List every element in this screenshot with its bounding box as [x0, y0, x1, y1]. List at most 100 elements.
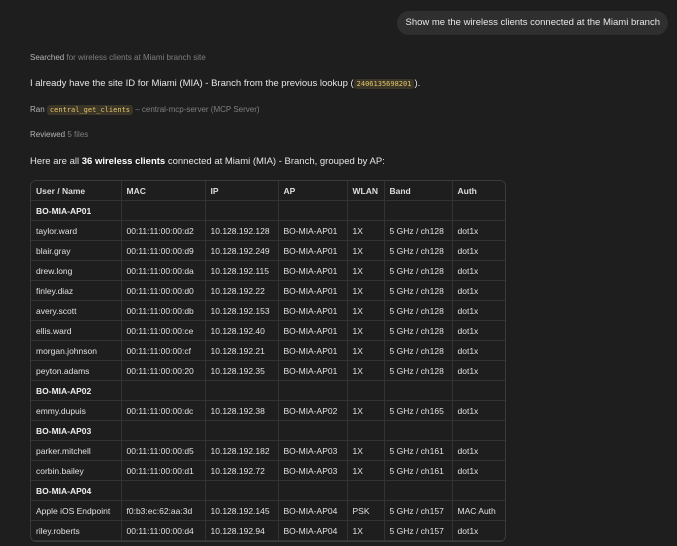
empty-cell [205, 480, 279, 501]
empty-cell [347, 480, 385, 501]
cell-mac: 00:11:11:00:00:d1 [121, 460, 206, 481]
cell-ap: BO-MIA-AP01 [278, 220, 348, 241]
cell-user: parker.mitchell [31, 440, 122, 461]
table-row: taylor.ward 00:11:11:00:00:d2 10.128.192.1… [31, 220, 505, 241]
cell-ip: 10.128.192.38 [205, 400, 279, 421]
empty-cell [205, 200, 279, 221]
cell-user: Apple iOS Endpoint [31, 500, 122, 521]
cell-band: 5 GHz / ch157 [384, 520, 453, 541]
cell-band: 5 GHz / ch128 [384, 320, 453, 341]
clients-table-container: User / Name MAC IP AP WLAN Band Auth BO-… [30, 180, 506, 542]
table-row: riley.roberts 00:11:11:00:00:d4 10.128.192… [31, 520, 505, 541]
cell-ip: 10.128.192.182 [205, 440, 279, 461]
table-row: corbin.bailey 00:11:11:00:00:d1 10.128.192… [31, 460, 505, 481]
tool-name-code: central_get_clients [46, 105, 133, 115]
cell-wlan: 1X [347, 260, 385, 281]
cell-band: 5 GHz / ch157 [384, 500, 453, 521]
cell-mac: 00:11:11:00:00:da [121, 260, 206, 281]
cell-user: corbin.bailey [31, 460, 122, 481]
cell-mac: 00:11:11:00:00:d0 [121, 280, 206, 301]
ran-label: Ran [30, 105, 45, 114]
summary-paragraph: Here are all 36 wireless clients connect… [30, 156, 385, 167]
table-row: ellis.ward 00:11:11:00:00:ce 10.128.192.40… [31, 320, 505, 341]
table-row: emmy.dupuis 00:11:11:00:00:dc 10.128.192.3… [31, 400, 505, 421]
cell-mac: 00:11:11:00:00:20 [121, 360, 206, 381]
column-header-ip: IP [205, 181, 279, 201]
empty-cell [205, 420, 279, 441]
empty-cell [384, 420, 453, 441]
ran-suffix: – central-mcp-server (MCP Server) [135, 105, 260, 114]
ap-group-label: BO-MIA-AP01 [31, 200, 122, 221]
ap-group-label: BO-MIA-AP04 [31, 480, 122, 501]
cell-auth: dot1x [452, 400, 505, 421]
cell-wlan: 1X [347, 240, 385, 261]
search-step[interactable]: Searched for wireless clients at Miami b… [30, 53, 206, 62]
cell-band: 5 GHz / ch128 [384, 260, 453, 281]
cell-user: finley.diaz [31, 280, 122, 301]
cell-auth: dot1x [452, 440, 505, 461]
reviewed-step[interactable]: Reviewed 5 files [30, 130, 88, 139]
cell-band: 5 GHz / ch128 [384, 300, 453, 321]
cell-band: 5 GHz / ch128 [384, 240, 453, 261]
column-header-user: User / Name [31, 181, 122, 201]
column-header-auth: Auth [452, 181, 505, 201]
cell-auth: dot1x [452, 260, 505, 281]
cell-mac: 00:11:11:00:00:cf [121, 340, 206, 361]
cell-wlan: 1X [347, 340, 385, 361]
table-row: morgan.johnson 00:11:11:00:00:cf 10.128.19… [31, 340, 505, 361]
ap-group-row: BO-MIA-AP01 [31, 200, 505, 221]
cell-mac: 00:11:11:00:00:d2 [121, 220, 206, 241]
cell-user: riley.roberts [31, 520, 122, 541]
cell-user: drew.long [31, 260, 122, 281]
cell-auth: dot1x [452, 240, 505, 261]
empty-cell [347, 420, 385, 441]
cell-ap: BO-MIA-AP04 [278, 520, 348, 541]
cell-ip: 10.128.192.115 [205, 260, 279, 281]
ap-group-row: BO-MIA-AP02 [31, 380, 505, 401]
cell-mac: 00:11:11:00:00:ce [121, 320, 206, 341]
cell-auth: dot1x [452, 460, 505, 481]
cell-ip: 10.128.192.153 [205, 300, 279, 321]
table-row: Apple iOS Endpoint f0:b3:ec:62:aa:3d 10.12… [31, 500, 505, 521]
cell-band: 5 GHz / ch161 [384, 460, 453, 481]
cell-mac: 00:11:11:00:00:d9 [121, 240, 206, 261]
cell-ap: BO-MIA-AP01 [278, 340, 348, 361]
cell-ap: BO-MIA-AP04 [278, 500, 348, 521]
cell-ip: 10.128.192.22 [205, 280, 279, 301]
empty-cell [278, 480, 348, 501]
searched-text: for wireless clients at Miami branch sit… [66, 53, 206, 62]
cell-ip: 10.128.192.72 [205, 460, 279, 481]
cell-user: blair.gray [31, 240, 122, 261]
cell-band: 5 GHz / ch128 [384, 360, 453, 381]
cell-wlan: 1X [347, 220, 385, 241]
clients-table-body: BO-MIA-AP01 taylor.ward 00:11:11:00:00:d2 1… [31, 200, 505, 541]
cell-ip: 10.128.192.35 [205, 360, 279, 381]
empty-cell [452, 420, 505, 441]
cell-user: avery.scott [31, 300, 122, 321]
cell-user: taylor.ward [31, 220, 122, 241]
cell-mac: 00:11:11:00:00:dc [121, 400, 206, 421]
cell-auth: dot1x [452, 220, 505, 241]
cell-wlan: 1X [347, 300, 385, 321]
cell-ap: BO-MIA-AP01 [278, 360, 348, 381]
cell-ap: BO-MIA-AP01 [278, 300, 348, 321]
intro-before: I already have the site ID for Miami (MI… [30, 78, 354, 89]
cell-ip: 10.128.192.128 [205, 220, 279, 241]
reviewed-text: 5 files [67, 130, 89, 139]
cell-auth: MAC Auth [452, 500, 505, 521]
cell-user: peyton.adams [31, 360, 122, 381]
empty-cell [384, 380, 453, 401]
table-header-row: User / Name MAC IP AP WLAN Band Auth [31, 181, 505, 201]
cell-band: 5 GHz / ch128 [384, 220, 453, 241]
reviewed-label: Reviewed [30, 130, 66, 139]
empty-cell [278, 420, 348, 441]
empty-cell [121, 200, 206, 221]
ran-tool-step[interactable]: Ran central_get_clients – central-mcp-se… [30, 105, 260, 115]
clients-table: User / Name MAC IP AP WLAN Band Auth BO-… [31, 181, 505, 541]
empty-cell [278, 200, 348, 221]
empty-cell [347, 380, 385, 401]
cell-user: morgan.johnson [31, 340, 122, 361]
ap-group-row: BO-MIA-AP04 [31, 480, 505, 501]
cell-ip: 10.128.192.145 [205, 500, 279, 521]
cell-band: 5 GHz / ch165 [384, 400, 453, 421]
